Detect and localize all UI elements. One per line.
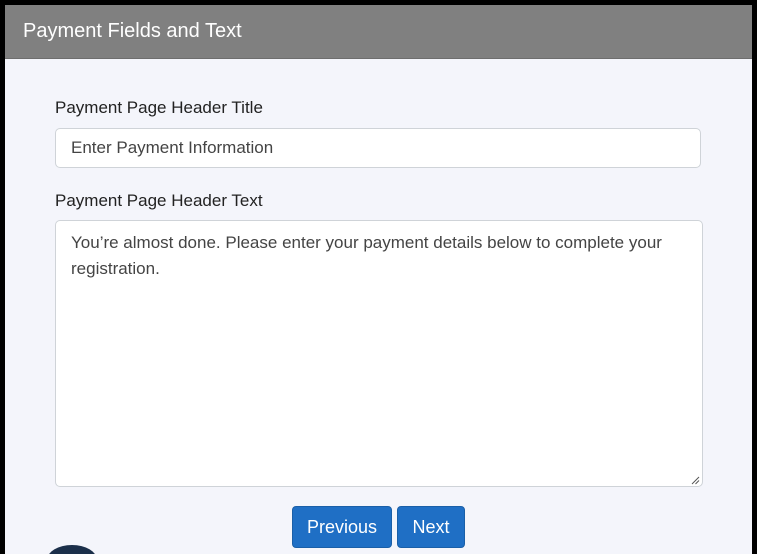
next-button[interactable]: Next [397,506,465,548]
window-frame: Payment Fields and Text Payment Page Hea… [0,0,757,554]
panel-title: Payment Fields and Text [23,20,242,42]
panel-header: Payment Fields and Text [5,5,752,59]
payment-fields-panel: Payment Fields and Text Payment Page Hea… [5,5,752,554]
header-text-textarea[interactable]: You’re almost done. Please enter your pa… [55,220,703,487]
resize-grip-icon[interactable] [691,476,700,485]
header-title-input[interactable] [55,128,701,168]
previous-button[interactable]: Previous [292,506,392,548]
header-text-label: Payment Page Header Text [55,191,263,210]
avatar[interactable] [47,545,97,554]
header-title-label: Payment Page Header Title [55,98,263,117]
